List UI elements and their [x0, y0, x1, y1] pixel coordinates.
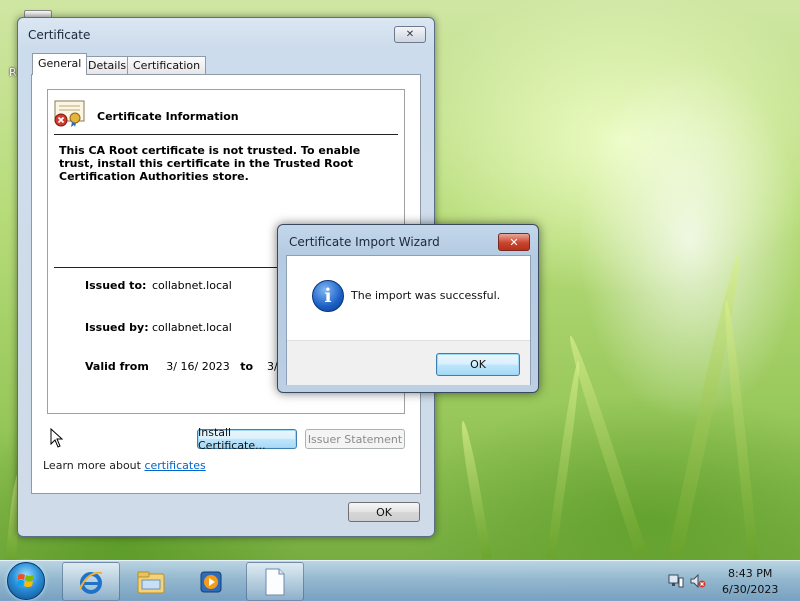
install-certificate-button[interactable]: Install Certificate... — [197, 426, 297, 452]
wizard-title: Certificate Import Wizard — [289, 235, 440, 249]
valid-from-label: Valid from — [85, 360, 149, 373]
validity-row: Valid from 3/ 16/ 2023 to 3/ 13/ — [85, 360, 299, 373]
close-button[interactable]: ✕ — [394, 26, 426, 43]
close-icon: ✕ — [405, 29, 415, 40]
volume-muted-icon[interactable] — [690, 573, 706, 589]
issued-to-label: Issued to: — [85, 279, 147, 292]
tab-general[interactable]: General — [32, 53, 88, 75]
certificates-link[interactable]: certificates — [144, 459, 205, 472]
trust-warning-message: This CA Root certificate is not trusted.… — [59, 144, 361, 183]
issued-by-label: Issued by: — [85, 321, 149, 334]
taskbar-media-player-button[interactable] — [182, 562, 240, 601]
import-wizard-dialog: Certificate Import Wizard ✕ i The import… — [277, 224, 539, 393]
start-button[interactable] — [7, 562, 45, 600]
clock-time[interactable]: 8:43 PM — [728, 567, 772, 580]
mouse-cursor-icon — [50, 428, 64, 448]
certificate-info-heading: Certificate Information — [97, 110, 239, 123]
certificate-warning-icon — [54, 100, 85, 127]
windows-logo-icon — [17, 574, 34, 587]
dialog-title: Certificate — [28, 28, 91, 42]
taskbar: 8:43 PM 6/30/2023 — [0, 560, 800, 601]
system-tray: 8:43 PM 6/30/2023 — [660, 561, 800, 601]
taskbar-ie-button[interactable] — [62, 562, 120, 601]
tab-certification-path[interactable]: Certification Path — [127, 56, 207, 89]
explorer-icon — [137, 571, 165, 594]
issued-to-value: collabnet.local — [152, 279, 232, 292]
ie-icon — [79, 571, 103, 594]
wizard-close-button[interactable]: ✕ — [498, 233, 530, 251]
valid-from-value: 3/ 16/ 2023 — [166, 360, 230, 373]
information-icon: i — [312, 280, 344, 312]
tab-details[interactable]: Details — [82, 56, 133, 74]
wizard-body: i The import was successful. OK — [286, 255, 531, 385]
media-player-icon — [200, 571, 222, 593]
clock-date[interactable]: 6/30/2023 — [722, 583, 778, 596]
wizard-ok-button[interactable]: OK — [436, 353, 520, 376]
document-icon — [265, 568, 285, 596]
issuer-statement-button[interactable]: Issuer Statement — [305, 429, 405, 449]
ok-button[interactable]: OK — [348, 502, 420, 522]
divider — [54, 134, 398, 135]
taskbar-document-button[interactable] — [246, 562, 304, 601]
issued-by-value: collabnet.local — [152, 321, 232, 334]
learn-more-text: Learn more about certificates — [43, 459, 206, 472]
desktop-icon-label: R — [9, 66, 17, 79]
learn-more-label: Learn more about — [43, 459, 141, 472]
close-icon: ✕ — [509, 235, 519, 249]
network-icon[interactable] — [668, 573, 684, 589]
valid-to-label: to — [240, 360, 254, 373]
wizard-footer: OK — [287, 340, 530, 385]
taskbar-explorer-button[interactable] — [122, 562, 180, 601]
import-success-message: The import was successful. — [351, 289, 501, 302]
